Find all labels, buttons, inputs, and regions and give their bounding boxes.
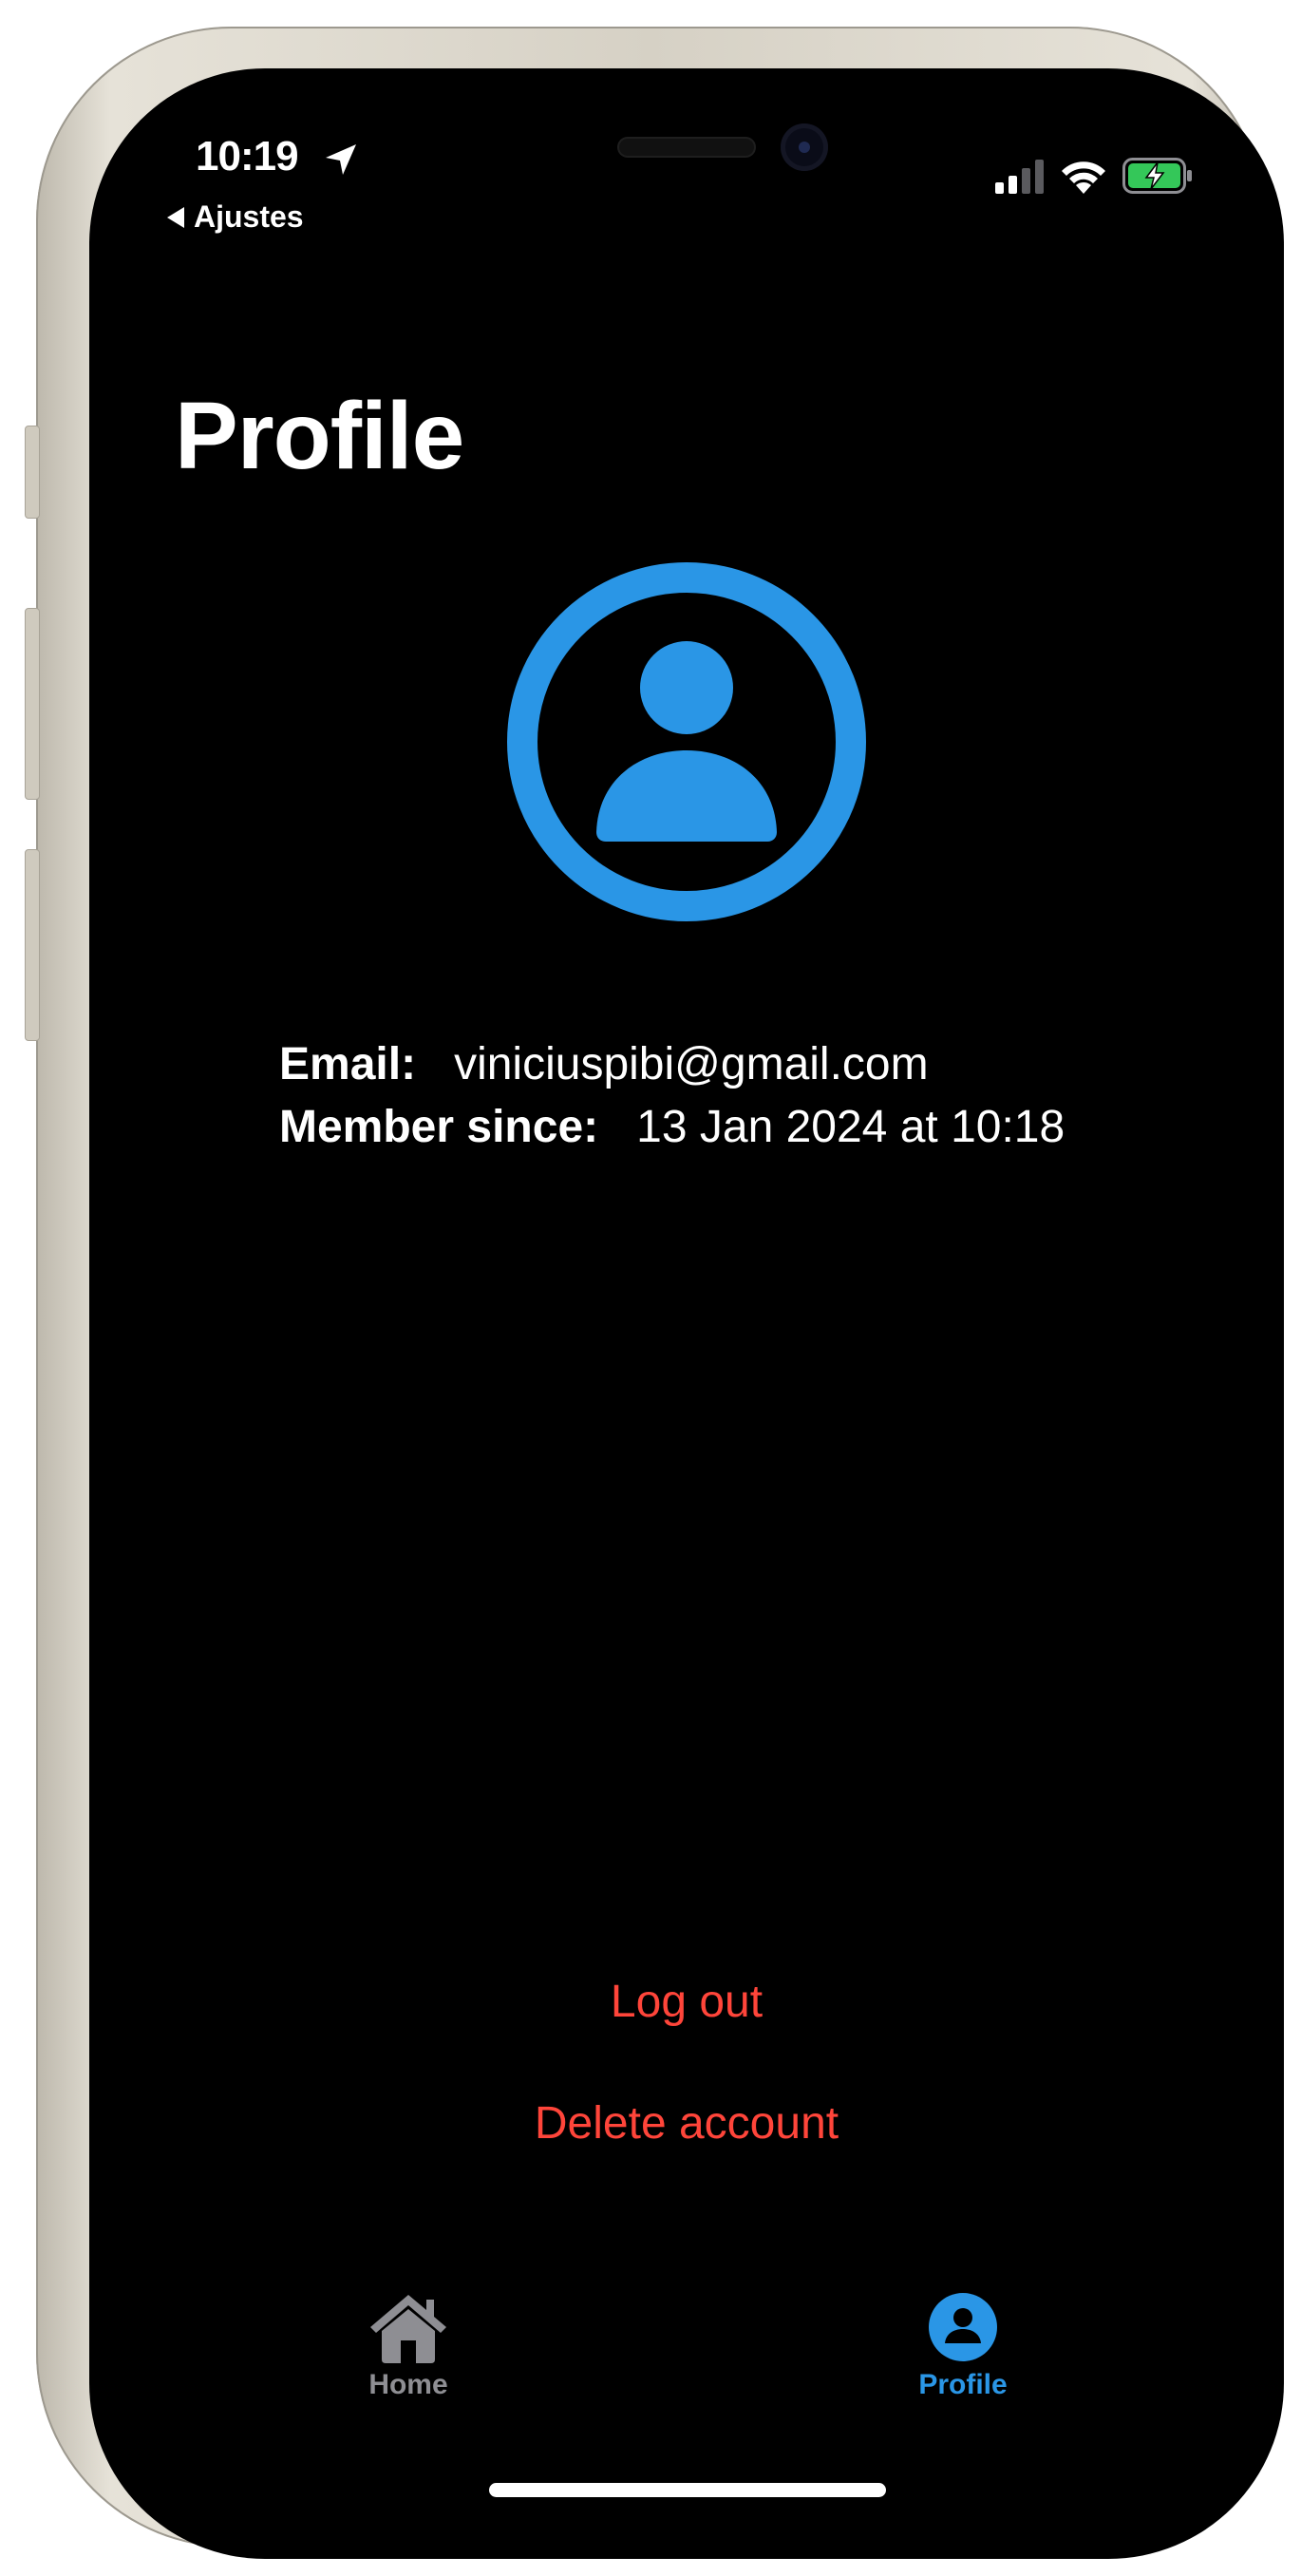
member-since-label: Member since:: [279, 1102, 599, 1152]
wifi-icon: [1062, 161, 1105, 194]
tab-bar: Home Profile: [89, 2291, 1284, 2405]
tab-profile[interactable]: Profile: [868, 2291, 1058, 2401]
person-circle-icon: [507, 562, 866, 921]
back-triangle-icon: [167, 206, 184, 228]
delete-account-button[interactable]: Delete account: [89, 2097, 1284, 2150]
earpiece-speaker: [617, 137, 756, 158]
tab-profile-label: Profile: [918, 2369, 1008, 2400]
screen: 10:19 Ajustes Profile Email: viniciuspib…: [89, 68, 1284, 2559]
email-label: Email:: [279, 1039, 417, 1089]
front-camera: [781, 123, 828, 171]
house-icon: [370, 2295, 446, 2363]
status-time: 10:19: [196, 133, 299, 180]
cellular-signal-icon: [995, 160, 1044, 194]
volume-up-button: [25, 608, 40, 800]
home-indicator[interactable]: [489, 2483, 886, 2497]
member-since-value: 13 Jan 2024 at 10:18: [636, 1102, 1065, 1152]
back-link-label: Ajustes: [194, 199, 304, 234]
battery-charging-icon: [1122, 158, 1192, 194]
logout-button[interactable]: Log out: [89, 1976, 1284, 2028]
location-arrow-icon: [326, 144, 356, 175]
phone-frame: 10:19 Ajustes Profile Email: viniciuspib…: [25, 27, 1284, 2559]
back-to-settings-link[interactable]: Ajustes: [167, 199, 304, 235]
tab-home[interactable]: Home: [313, 2291, 503, 2401]
person-circle-icon: [929, 2293, 997, 2361]
tab-home-label: Home: [368, 2369, 448, 2400]
status-icons: [995, 158, 1193, 194]
profile-info: Email: viniciuspibi@gmail.com Member sin…: [279, 1033, 1065, 1159]
volume-down-button: [25, 849, 40, 1041]
email-value: viniciuspibi@gmail.com: [454, 1039, 929, 1089]
email-row: Email: viniciuspibi@gmail.com: [279, 1033, 1065, 1096]
page-title: Profile: [175, 383, 464, 489]
action-button: [25, 426, 40, 519]
member-since-row: Member since: 13 Jan 2024 at 10:18: [279, 1096, 1065, 1159]
